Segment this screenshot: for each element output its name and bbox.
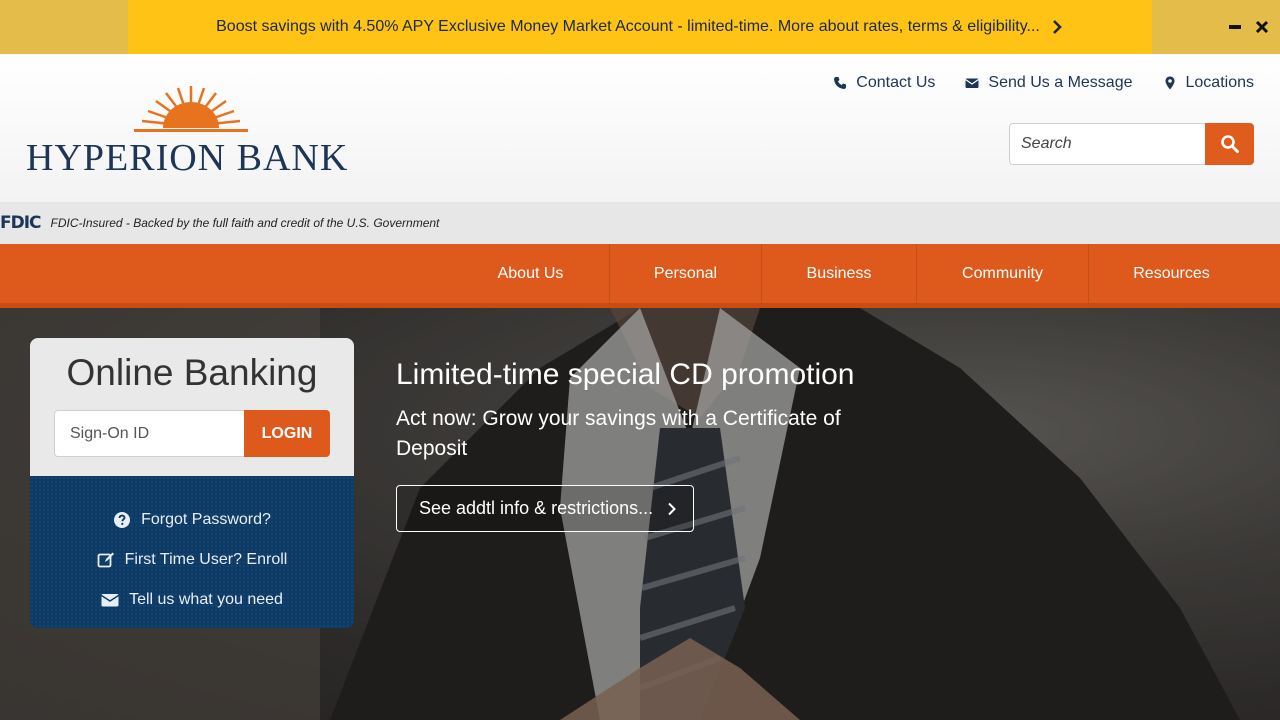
signon-id-input[interactable] [54, 410, 244, 457]
search-input[interactable] [1009, 123, 1205, 165]
nav-item-business[interactable]: Business [762, 244, 917, 303]
nav-item-about-us[interactable]: About Us [452, 244, 610, 303]
cd-promo-heading: Limited-time special CD promotion [396, 358, 855, 391]
site-search [1009, 123, 1254, 165]
promo-banner-text: Boost savings with 4.50% APY Exclusive M… [216, 18, 1040, 35]
chevron-right-icon [1050, 20, 1064, 34]
cd-info-button[interactable]: See addtl info & restrictions... [396, 485, 695, 532]
login-button[interactable]: LOGIN [244, 410, 330, 457]
edit-icon [97, 552, 114, 568]
hero-section: Online Banking LOGIN Forgot Password? Fi… [0, 308, 1280, 720]
contact-us-link[interactable]: Contact Us [833, 74, 935, 92]
nav-item-resources[interactable]: Resources [1089, 244, 1254, 303]
nav-item-label: Business [806, 264, 872, 282]
phone-icon [834, 77, 847, 89]
locations-label: Locations [1185, 74, 1255, 91]
contact-us-label: Contact Us [856, 74, 936, 91]
nav-item-label: Resources [1133, 264, 1210, 282]
enroll-link[interactable]: First Time User? Enroll [30, 540, 354, 580]
chevron-right-icon [668, 502, 677, 515]
cd-info-button-label: See addtl info & restrictions... [419, 498, 654, 518]
logo-text: HYPERION BANK [26, 137, 349, 179]
send-message-label: Send Us a Message [988, 74, 1133, 91]
fdic-strip: FDIC FDIC-Insured - Backed by the full f… [0, 202, 1280, 244]
nav-item-label: Personal [653, 264, 718, 282]
bank-logo[interactable]: HYPERION BANK [26, 84, 356, 179]
tell-us-label: Tell us what you need [129, 591, 283, 608]
search-button[interactable] [1205, 123, 1254, 165]
cd-promo: Limited-time special CD promotion Act no… [396, 358, 866, 532]
envelope-icon [965, 78, 980, 88]
enroll-label: First Time User? Enroll [124, 551, 288, 568]
forgot-password-label: Forgot Password? [141, 511, 271, 528]
main-nav: About Us Personal Business Community Res… [0, 244, 1280, 308]
nav-item-personal[interactable]: Personal [610, 244, 762, 303]
search-icon [1220, 135, 1239, 153]
nav-item-label: About Us [497, 264, 564, 282]
sun-logo-icon [134, 86, 248, 132]
map-marker-icon [1165, 76, 1174, 90]
close-icon[interactable] [1249, 14, 1275, 40]
fdic-logo: FDIC [0, 213, 42, 233]
promo-banner: Boost savings with 4.50% APY Exclusive M… [0, 0, 1280, 54]
utility-links: Contact Us Send Us a Message Locations [833, 74, 1254, 92]
question-circle-icon [114, 512, 131, 528]
online-banking-title: Online Banking [66, 352, 318, 393]
fdic-notice: FDIC-Insured - Backed by the full faith … [50, 216, 440, 230]
nav-item-label: Community [962, 264, 1043, 282]
tell-us-link[interactable]: Tell us what you need [30, 580, 354, 620]
envelope-icon [101, 594, 119, 607]
site-header: HYPERION BANK Contact Us Send Us a Messa… [0, 54, 1280, 202]
promo-banner-link[interactable]: Boost savings with 4.50% APY Exclusive M… [128, 0, 1152, 54]
nav-item-community[interactable]: Community [917, 244, 1089, 303]
locations-link[interactable]: Locations [1163, 74, 1255, 92]
forgot-password-link[interactable]: Forgot Password? [30, 500, 354, 540]
cd-promo-subtext: Act now: Grow your savings with a Certif… [396, 407, 841, 460]
minimize-icon[interactable] [1222, 14, 1248, 40]
online-banking-panel: Online Banking LOGIN Forgot Password? Fi… [30, 338, 354, 628]
send-message-link[interactable]: Send Us a Message [965, 74, 1133, 92]
